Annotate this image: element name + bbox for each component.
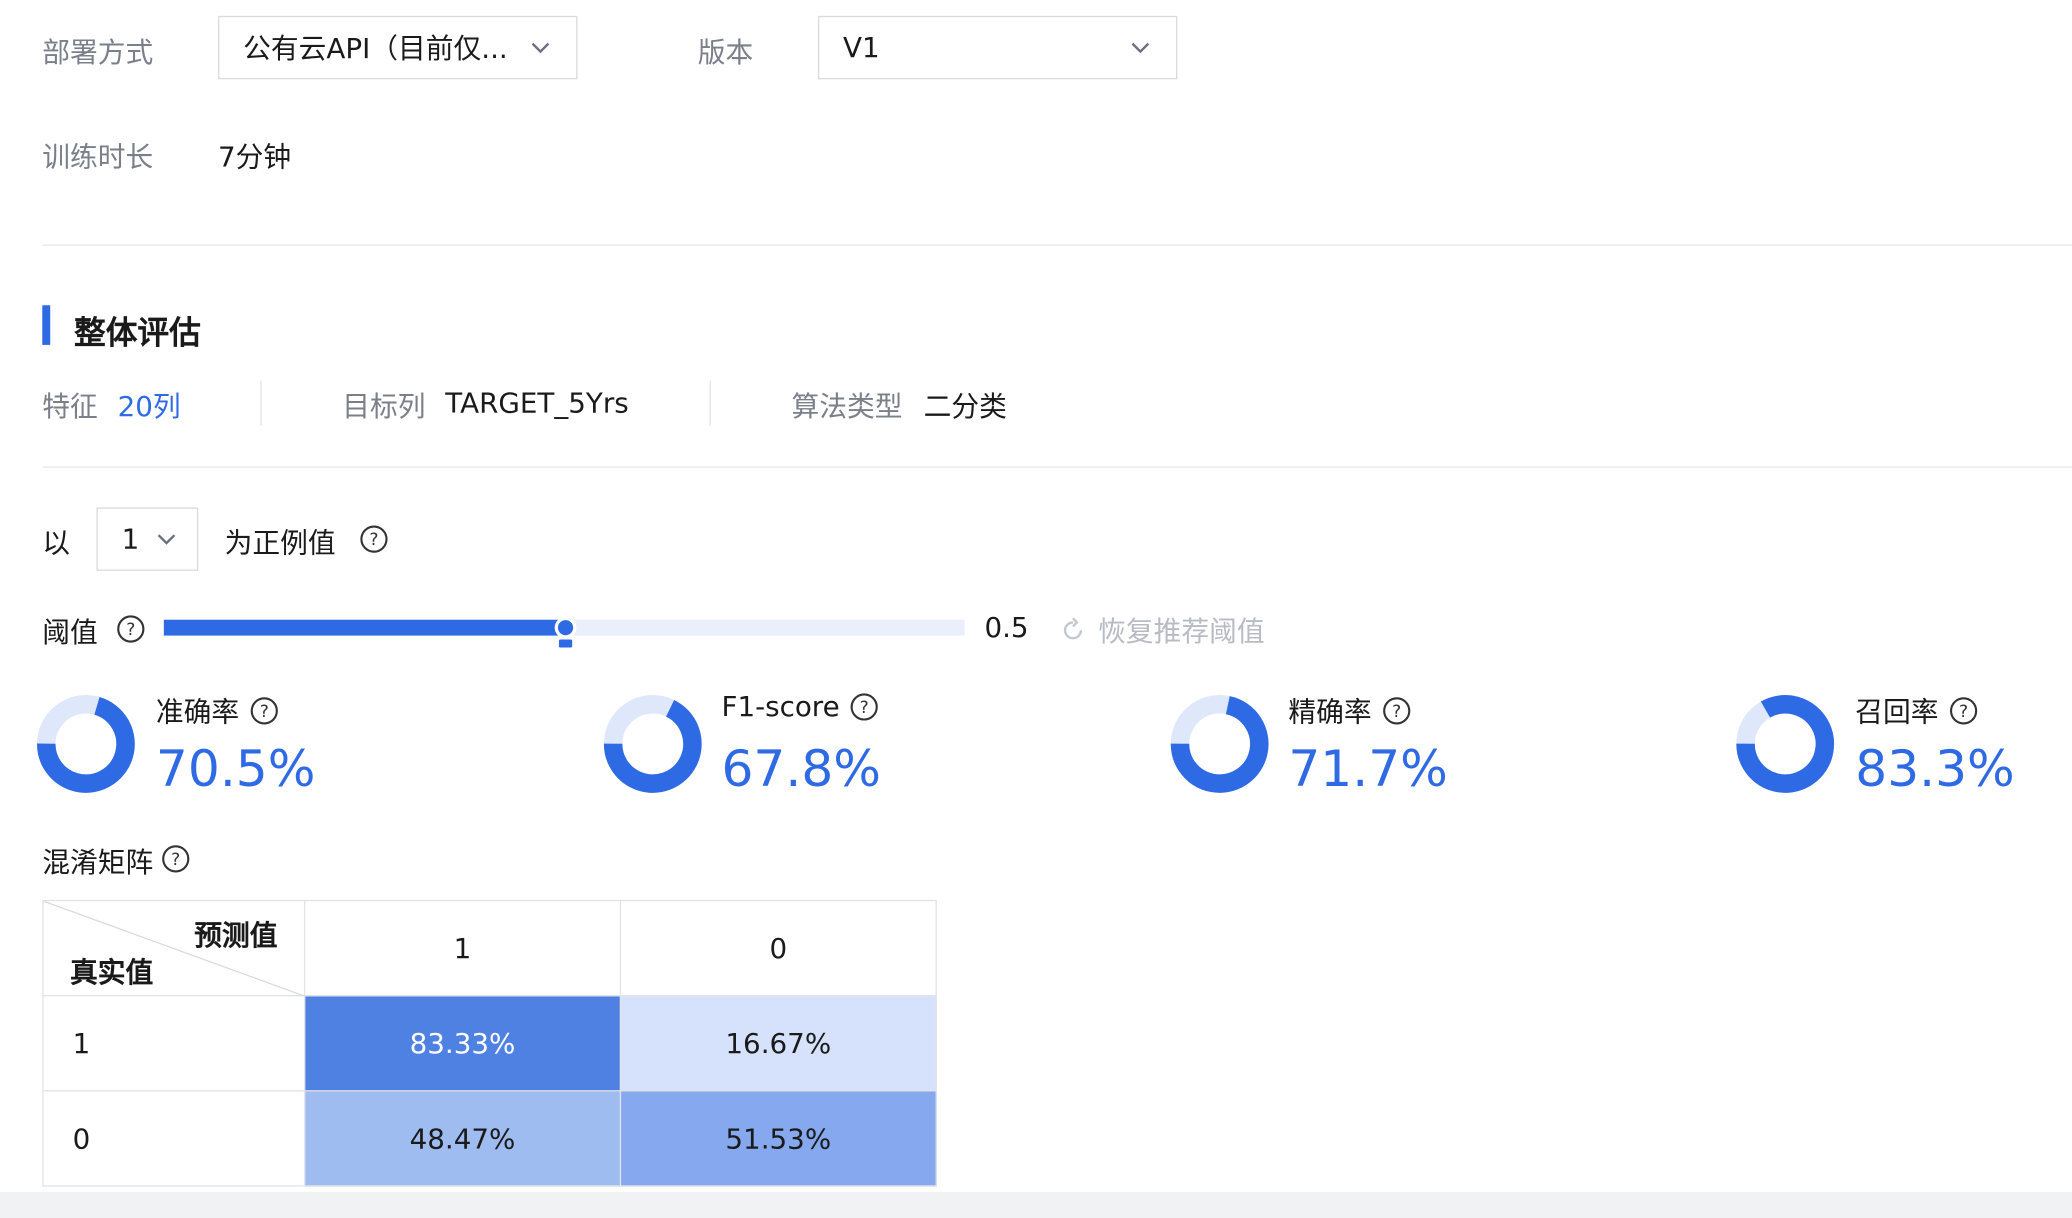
positive-prefix: 以	[42, 527, 71, 559]
help-icon[interactable]: ?	[850, 692, 879, 721]
chevron-down-icon	[157, 534, 176, 545]
metric-donut	[1169, 694, 1269, 800]
confusion-cell: 16.67%	[619, 995, 937, 1092]
positive-class-select[interactable]: 1	[96, 507, 199, 571]
predicted-class-header: 1	[303, 899, 622, 997]
version-label: 版本	[697, 36, 754, 69]
version-value: V1	[843, 31, 880, 64]
metric-label-row: F1-score?	[721, 691, 879, 723]
donut-chart	[1736, 695, 1835, 793]
model-evaluation-page: 部署方式 公有云API（目前仅... 版本 V1 训练时长 7分钟 整体评估 特…	[0, 0, 2072, 1218]
help-icon[interactable]: ?	[116, 614, 145, 643]
metric-value: 70.5%	[155, 739, 316, 799]
svg-text:?: ?	[1959, 702, 1968, 722]
predicted-axis-label: 预测值	[194, 919, 278, 952]
deploy-mode-value: 公有云API（目前仅...	[243, 33, 508, 65]
divider	[260, 380, 262, 426]
metric-value: 71.7%	[1288, 739, 1448, 799]
features-label: 特征	[42, 391, 98, 423]
metric-label: 召回率	[1855, 696, 1939, 729]
threshold-slider-fill	[163, 619, 565, 636]
confusion-cell: 48.47%	[303, 1090, 622, 1187]
threshold-label: 阈值	[42, 617, 98, 649]
predicted-class-header: 0	[619, 899, 937, 997]
refresh-icon	[1063, 617, 1083, 640]
actual-axis-label: 真实值	[70, 956, 154, 989]
metric-donut	[1735, 694, 1835, 800]
metric-label-row: 准确率?	[156, 691, 279, 731]
svg-text:?: ?	[171, 850, 180, 870]
confusion-cell: 83.33%	[303, 995, 622, 1092]
donut-arc	[1736, 695, 1835, 793]
svg-text:?: ?	[369, 530, 378, 550]
deploy-mode-label: 部署方式	[42, 36, 154, 69]
target-column-label: 目标列	[342, 391, 426, 423]
target-column-value: TARGET_5Yrs	[445, 387, 629, 419]
actual-class-label: 1	[42, 995, 306, 1092]
metric-label-row: 召回率?	[1855, 691, 1978, 731]
actual-class-label: 0	[42, 1090, 306, 1187]
confusion-matrix-title: 混淆矩阵	[42, 847, 154, 879]
threshold-slider[interactable]	[163, 616, 965, 648]
slider-handle-icon	[554, 616, 577, 648]
version-select[interactable]: V1	[817, 15, 1178, 80]
metric-value: 83.3%	[1855, 739, 2015, 799]
metric-donut	[603, 694, 703, 800]
confusion-matrix-corner: 预测值 真实值	[42, 899, 306, 997]
divider	[709, 380, 711, 426]
section-title: 整体评估	[73, 314, 201, 352]
help-icon[interactable]: ?	[161, 844, 190, 873]
confusion-cell: 51.53%	[619, 1090, 937, 1187]
metric-label-row: 精确率?	[1288, 691, 1411, 731]
reset-threshold-button[interactable]: 恢复推荐阈值	[1058, 610, 1265, 650]
metric-label: F1-score	[721, 691, 840, 723]
help-icon[interactable]: ?	[359, 525, 388, 554]
help-icon[interactable]: ?	[1382, 696, 1411, 725]
positive-class-value: 1	[121, 523, 140, 555]
help-icon[interactable]: ?	[250, 696, 279, 725]
chevron-down-icon	[1131, 42, 1150, 54]
metric-donut	[36, 694, 136, 800]
svg-text:?: ?	[860, 698, 869, 718]
confusion-matrix-table: 预测值 真实值 1 0 1 83.33% 16.67% 0 48.47% 51.…	[42, 899, 937, 1187]
donut-chart	[1170, 695, 1269, 793]
section-accent-bar	[42, 305, 51, 345]
divider	[42, 466, 2072, 468]
threshold-value: 0.5	[984, 611, 1029, 644]
algorithm-type-value: 二分类	[923, 391, 1007, 423]
algorithm-type-label: 算法类型	[791, 391, 903, 423]
training-duration-value: 7分钟	[218, 141, 292, 174]
svg-text:?: ?	[1392, 702, 1401, 722]
svg-text:?: ?	[126, 620, 135, 640]
donut-chart	[36, 695, 135, 793]
reset-threshold-label: 恢复推荐阈值	[1098, 615, 1265, 648]
threshold-slider-handle[interactable]	[552, 614, 578, 654]
donut-chart	[603, 695, 702, 793]
metric-label: 精确率	[1288, 696, 1372, 729]
positive-suffix: 为正例值	[224, 527, 336, 559]
metric-value: 67.8%	[721, 739, 882, 799]
deploy-mode-select[interactable]: 公有云API（目前仅...	[218, 15, 578, 80]
metric-label: 准确率	[155, 696, 240, 729]
training-duration-label: 训练时长	[42, 141, 154, 174]
bottom-strip	[0, 1191, 2072, 1218]
help-icon[interactable]: ?	[1949, 696, 1978, 725]
features-link[interactable]: 20列	[118, 386, 181, 426]
svg-text:?: ?	[260, 702, 269, 722]
divider	[42, 244, 2072, 246]
chevron-down-icon	[531, 42, 550, 54]
